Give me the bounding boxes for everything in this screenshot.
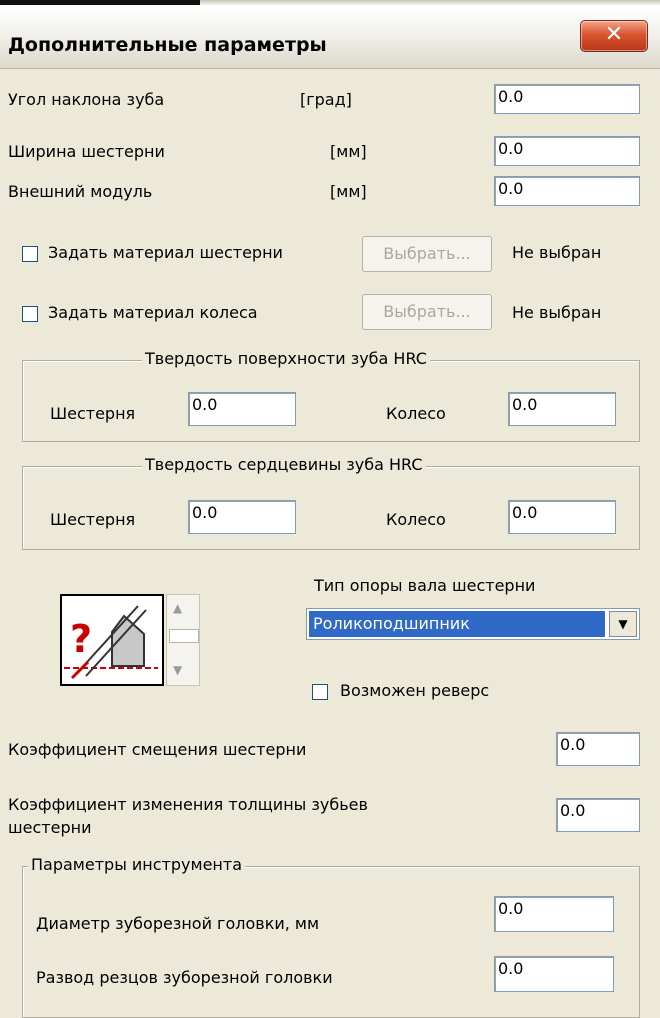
tooth-angle-unit: [град]	[300, 90, 352, 109]
surface-wheel-label: Колесо	[386, 404, 446, 423]
core-wheel-input[interactable]: 0.0	[508, 500, 616, 534]
title-bar: Дополнительные параметры ✕	[0, 8, 660, 69]
scroll-down-icon[interactable]: ▼	[173, 663, 182, 677]
cutter-diameter-label: Диаметр зуборезной головки, мм	[36, 914, 320, 933]
thickness-coef-label-line2: шестерни	[8, 818, 92, 837]
wheel-material-label: Задать материал колеса	[48, 303, 258, 322]
gear-width-input[interactable]: 0.0	[494, 136, 640, 166]
shift-coef-label: Коэффициент смещения шестерни	[8, 740, 307, 759]
outer-module-input[interactable]: 0.0	[494, 176, 640, 206]
svg-text:?: ?	[70, 617, 92, 661]
bearing-help-icon[interactable]: ?	[60, 594, 164, 686]
cutter-spread-input[interactable]: 0.0	[494, 956, 614, 992]
close-icon: ✕	[604, 22, 624, 47]
top-edge-dark	[0, 0, 200, 5]
close-button[interactable]: ✕	[580, 20, 648, 52]
cutter-spread-label: Развод резцов зуборезной головки	[36, 968, 333, 987]
surface-gear-input[interactable]: 0.0	[188, 392, 296, 426]
reverse-label: Возможен реверс	[340, 681, 490, 700]
wheel-material-status: Не выбран	[512, 303, 602, 322]
tooth-angle-input[interactable]: 0.0	[494, 84, 640, 114]
shaft-support-select[interactable]: Роликоподшипник ▼	[306, 608, 640, 640]
scroll-thumb[interactable]	[169, 629, 199, 643]
gear-width-unit: [мм]	[330, 142, 367, 161]
thickness-coef-input[interactable]: 0.0	[556, 798, 640, 832]
gear-material-select-button[interactable]: Выбрать...	[362, 236, 492, 272]
surface-hardness-title: Твердость поверхности зуба HRC	[142, 349, 430, 368]
bearing-scrollbar[interactable]: ▲ ▼	[166, 594, 200, 686]
cutter-diameter-input[interactable]: 0.0	[494, 896, 614, 932]
core-gear-input[interactable]: 0.0	[188, 500, 296, 534]
core-wheel-label: Колесо	[386, 510, 446, 529]
gear-material-label: Задать материал шестерни	[48, 243, 283, 262]
thickness-coef-label-line1: Коэффициент изменения толщины зубьев	[8, 795, 368, 814]
gear-material-checkbox[interactable]	[22, 246, 38, 262]
chevron-down-icon[interactable]: ▼	[609, 611, 637, 637]
scroll-up-icon[interactable]: ▲	[173, 601, 182, 615]
wheel-material-checkbox[interactable]	[22, 306, 38, 322]
core-hardness-title: Твердость сердцевины зуба HRC	[142, 455, 426, 474]
shaft-support-selected: Роликоподшипник	[309, 611, 605, 637]
gear-material-status: Не выбран	[512, 243, 602, 262]
tool-params-group	[22, 866, 640, 1018]
window-title: Дополнительные параметры	[8, 34, 327, 56]
surface-gear-label: Шестерня	[50, 404, 136, 423]
shift-coef-input[interactable]: 0.0	[556, 732, 640, 766]
outer-module-label: Внешний модуль	[8, 182, 153, 201]
shaft-support-label: Тип опоры вала шестерни	[314, 576, 536, 595]
outer-module-unit: [мм]	[330, 182, 367, 201]
wheel-material-select-button[interactable]: Выбрать...	[362, 294, 492, 330]
reverse-checkbox[interactable]	[312, 684, 328, 700]
tooth-angle-label: Угол наклона зуба	[8, 90, 165, 109]
top-edge-bar	[200, 0, 660, 5]
gear-width-label: Ширина шестерни	[8, 142, 165, 161]
tool-params-title: Параметры инструмента	[28, 855, 246, 874]
core-gear-label: Шестерня	[50, 510, 136, 529]
surface-wheel-input[interactable]: 0.0	[508, 392, 616, 426]
